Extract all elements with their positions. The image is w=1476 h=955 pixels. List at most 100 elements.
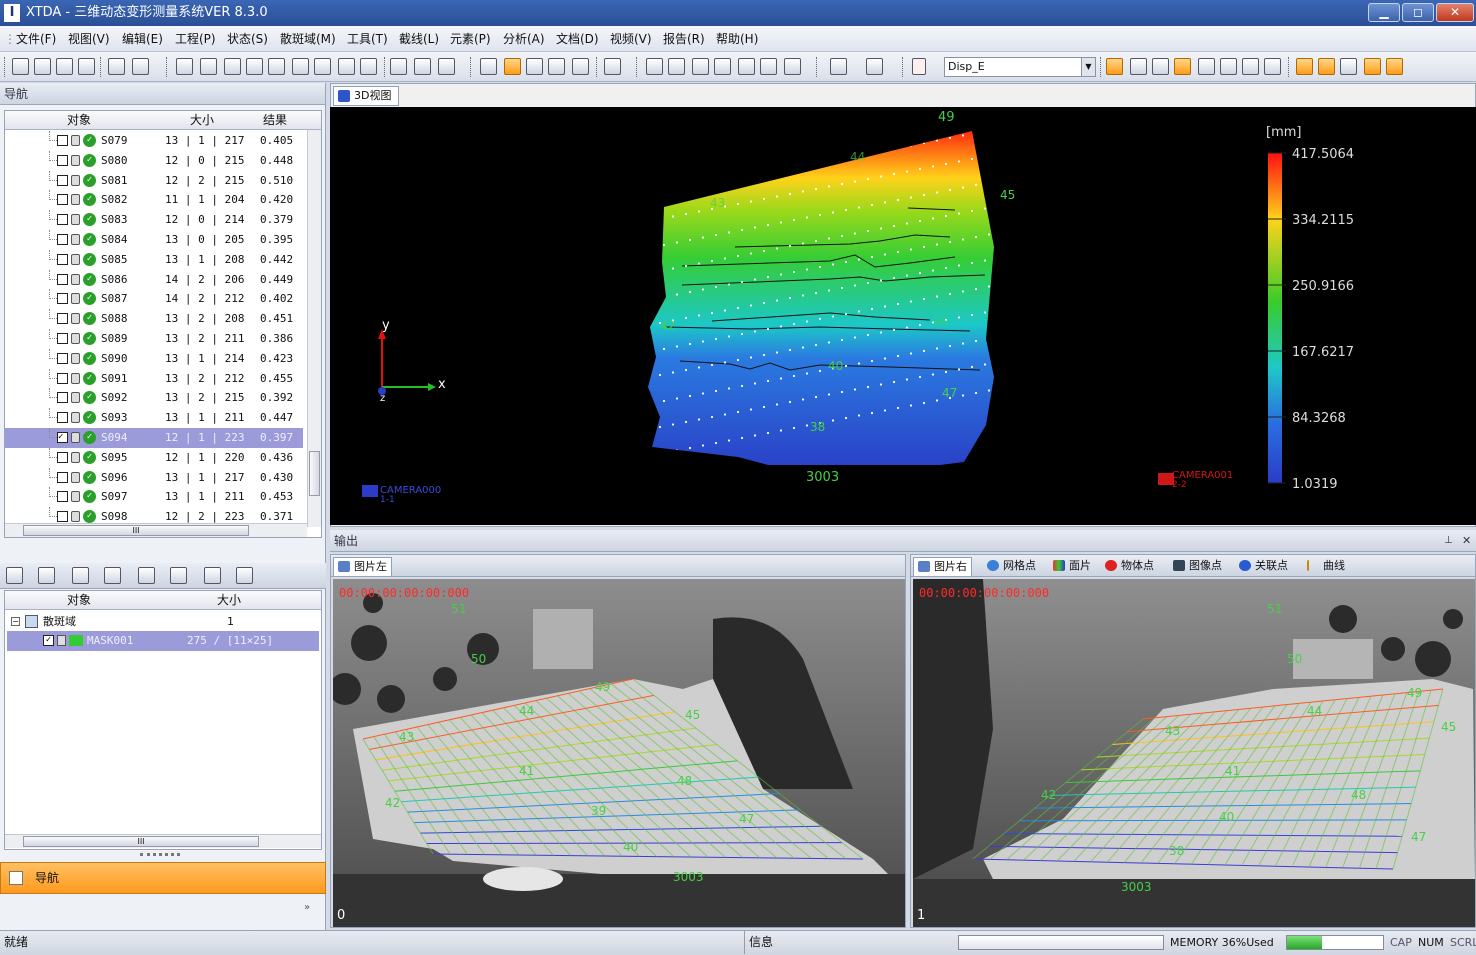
tab-grid-points[interactable]: 网格点 — [983, 557, 1036, 576]
checkbox[interactable] — [57, 234, 68, 245]
left-camera-image[interactable]: 00:00:00:00:00:000 0 51 50 49 44 45 43 41 48 42 3… — [333, 579, 905, 927]
checkbox[interactable] — [57, 214, 68, 226]
nav-row[interactable]: ✓ S086 14 | 2 | 206 0.449 — [5, 269, 303, 290]
speckle-group-row[interactable]: − 散斑域 1 — [7, 612, 319, 631]
nav-row[interactable]: ✓ S088 13 | 2 | 208 0.451 — [5, 309, 303, 329]
menu-element[interactable]: 元素(P) — [450, 31, 491, 47]
pin-icon[interactable] — [6, 567, 23, 584]
camera-icon[interactable] — [1318, 58, 1335, 75]
minimize-button[interactable]: ▁ — [1368, 3, 1400, 22]
checkbox[interactable] — [57, 511, 68, 523]
nav-row[interactable]: ✓ S092 13 | 2 | 215 0.392 — [5, 388, 303, 408]
flag-icon[interactable] — [236, 567, 253, 584]
lock-icon[interactable] — [71, 372, 80, 384]
more-icon[interactable]: » — [304, 902, 310, 913]
nav-row[interactable]: ✓ S096 13 | 1 | 217 0.430 — [5, 467, 303, 488]
lock-icon[interactable] — [71, 194, 80, 206]
chevron-down-icon[interactable]: ▼ — [1081, 58, 1095, 76]
nav-row[interactable]: ✓ S090 13 | 1 | 214 0.423 — [5, 348, 303, 369]
view-left-icon[interactable] — [714, 58, 731, 75]
nav-horizontal-scrollbar[interactable]: III — [5, 523, 307, 537]
record-icon[interactable] — [1296, 58, 1313, 75]
tab-object-points[interactable]: 物体点 — [1101, 557, 1154, 576]
nav-row[interactable]: ✓ S082 11 | 1 | 204 0.420 — [5, 190, 303, 210]
pan-icon[interactable] — [526, 58, 543, 75]
nav-row[interactable]: ✓ S083 12 | 0 | 214 0.379 — [5, 210, 303, 230]
compute-icon[interactable] — [176, 58, 193, 75]
compute-stop-icon[interactable] — [200, 58, 217, 75]
checkbox[interactable] — [57, 273, 68, 285]
menu-section[interactable]: 截线(L) — [399, 31, 439, 47]
checkbox[interactable]: ✓ — [43, 635, 54, 646]
view-bottom-icon[interactable] — [784, 58, 801, 75]
checkbox[interactable] — [57, 372, 68, 384]
lock-icon[interactable] — [71, 352, 80, 364]
nav-hscroll-thumb[interactable]: III — [23, 525, 249, 536]
checkbox[interactable] — [57, 412, 68, 424]
tab-image-points[interactable]: 图像点 — [1169, 557, 1222, 576]
menu-file[interactable]: 文件(F) — [16, 31, 56, 47]
nav-row[interactable]: ✓ S087 14 | 2 | 212 0.402 — [5, 289, 303, 309]
save-icon[interactable] — [56, 58, 73, 75]
menu-status[interactable]: 状态(S) — [227, 31, 268, 47]
measure-icon[interactable] — [314, 58, 331, 75]
tab-image-left[interactable]: 图片左 — [333, 557, 392, 576]
close-button[interactable]: ✕ — [1436, 3, 1474, 22]
checkbox[interactable] — [57, 392, 68, 404]
lock-icon[interactable] — [71, 392, 80, 404]
target-icon[interactable] — [170, 567, 187, 584]
checkbox[interactable] — [57, 333, 68, 344]
save-all-icon[interactable] — [78, 58, 95, 75]
zoom-icon[interactable] — [548, 58, 565, 75]
brush-icon[interactable] — [866, 58, 883, 75]
copy-icon[interactable] — [1340, 58, 1357, 75]
export-icon[interactable] — [1386, 58, 1403, 75]
open-icon[interactable] — [34, 58, 51, 75]
view-back-icon[interactable] — [692, 58, 709, 75]
grid-select-icon[interactable] — [72, 567, 89, 584]
points-icon[interactable] — [1174, 58, 1191, 75]
display-select[interactable]: Disp_E ▼ — [944, 57, 1096, 77]
vectors-icon[interactable] — [1198, 58, 1215, 75]
menu-edit[interactable]: 编辑(E) — [122, 31, 163, 47]
lock-icon[interactable] — [71, 471, 80, 483]
tab-curves[interactable]: 曲线 — [1303, 557, 1345, 576]
tab-image-right[interactable]: 图片右 — [913, 557, 972, 576]
nav-row[interactable]: ✓ S089 13 | 2 | 211 0.386 — [5, 329, 303, 349]
nav-row[interactable]: ✓ S085 13 | 1 | 208 0.442 — [5, 249, 303, 270]
nav-row[interactable]: ✓ S097 13 | 1 | 211 0.453 — [5, 487, 303, 507]
grid-icon[interactable] — [1130, 58, 1147, 75]
color-icon[interactable] — [912, 58, 926, 75]
object-hscroll-thumb[interactable]: III — [23, 836, 259, 847]
paste-icon[interactable] — [1364, 58, 1381, 75]
lock-icon[interactable] — [71, 234, 80, 245]
lock-icon[interactable] — [71, 273, 80, 285]
pin-icon[interactable]: ⊥ — [1444, 530, 1453, 552]
nav-scroll-thumb[interactable] — [309, 451, 320, 496]
column-size[interactable]: 大小 — [190, 111, 214, 129]
nav-row[interactable]: ✓ S080 12 | 0 | 215 0.448 — [5, 150, 303, 171]
nav-row[interactable]: ✓ S081 12 | 2 | 215 0.510 — [5, 170, 303, 191]
collapse-icon[interactable]: − — [11, 617, 20, 626]
checkbox[interactable] — [57, 174, 68, 186]
loop-icon[interactable] — [292, 58, 309, 75]
3d-canvas[interactable]: 49 45 43 44 42 46 40 47 38 3003 y x z CA… — [330, 107, 1476, 525]
menu-video[interactable]: 视频(V) — [610, 31, 652, 47]
layer-icon[interactable] — [138, 567, 155, 584]
checkbox[interactable] — [57, 253, 68, 265]
lasso-icon[interactable] — [572, 58, 589, 75]
restore-button[interactable]: ◻ — [1402, 3, 1434, 22]
menu-help[interactable]: 帮助(H) — [716, 31, 758, 47]
checkbox[interactable] — [57, 154, 68, 166]
rotate-icon[interactable] — [504, 58, 521, 75]
lock-icon[interactable] — [57, 635, 66, 646]
axes-icon[interactable] — [1264, 58, 1281, 75]
lock-icon[interactable] — [71, 313, 80, 325]
menu-speckle[interactable]: 散斑域(M) — [280, 31, 336, 47]
lock-icon[interactable] — [71, 491, 80, 503]
menu-document[interactable]: 文档(D) — [556, 31, 599, 47]
view-right-icon[interactable] — [738, 58, 755, 75]
lock-icon[interactable] — [71, 174, 80, 186]
stop-icon[interactable] — [224, 58, 241, 75]
fit-view-icon[interactable] — [646, 58, 663, 75]
